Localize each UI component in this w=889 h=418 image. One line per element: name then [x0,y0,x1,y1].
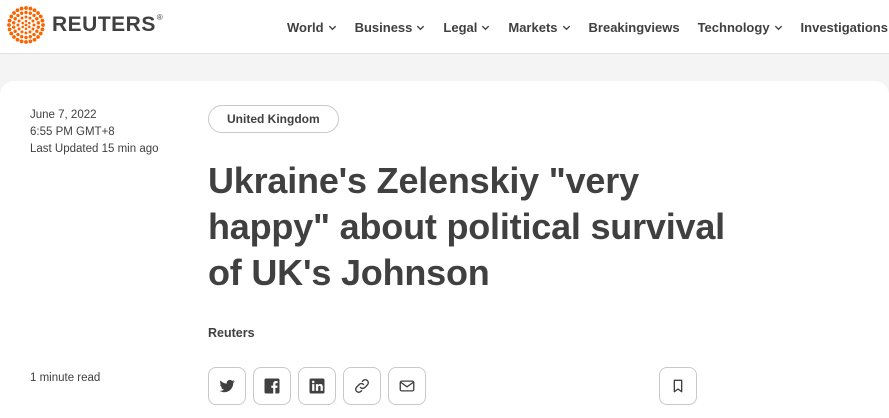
chevron-down-icon [482,25,490,30]
chevron-down-icon [774,25,782,30]
nav-item-label: Technology [697,19,770,35]
twitter-icon [219,379,235,393]
share-email-button[interactable] [388,367,426,405]
headline-line: of UK's Johnson [208,252,490,293]
last-updated: Last Updated 15 min ago [30,143,159,155]
nav-item-technology[interactable]: Technology [698,20,783,35]
nav-item-business[interactable]: Business [355,20,426,35]
nav-item-label: Breakingviews [588,19,680,35]
reuters-logo-icon [7,6,45,44]
reuters-logo[interactable]: REUTERS ® [6,5,163,45]
nav-item-label: Markets [508,19,558,35]
chevron-down-icon [562,25,570,30]
facebook-icon [264,378,280,394]
email-icon [399,380,415,392]
linkedin-icon [309,378,325,394]
share-linkedin-button[interactable] [298,367,336,405]
link-icon [355,379,369,393]
logo-registered-mark: ® [156,12,163,22]
bookmark-icon [673,379,683,393]
chevron-down-icon [417,25,425,30]
share-bar [208,367,433,405]
share-facebook-button[interactable] [253,367,291,405]
site-header: REUTERS ® World Business Legal Markets B… [0,0,889,54]
nav-item-markets[interactable]: Markets [508,20,570,35]
share-twitter-button[interactable] [208,367,246,405]
section-tag-button[interactable]: United Kingdom [208,105,339,133]
logo-text: REUTERS [52,13,156,36]
article-card: June 7, 2022 6:55 PM GMT+8 Last Updated … [0,81,889,418]
nav-item-breakingviews[interactable]: Breakingviews [589,20,680,35]
headline-line: happy" about political survival [208,206,725,247]
bookmark-button[interactable] [659,367,697,405]
nav-item-investigations[interactable]: Investigations [801,20,888,35]
nav-item-legal[interactable]: Legal [443,20,490,35]
headline-line: Ukraine's Zelenskiy "very [208,160,639,201]
publish-time: 6:55 PM GMT+8 [30,126,115,138]
nav-item-world[interactable]: World [287,20,337,35]
nav-item-label: World [287,19,324,35]
read-time: 1 minute read [30,372,101,384]
nav-item-label: Legal [443,19,478,35]
publish-date: June 7, 2022 [30,109,97,121]
article-meta: June 7, 2022 6:55 PM GMT+8 Last Updated … [30,107,159,158]
main-nav: World Business Legal Markets Breakingvie… [287,0,888,54]
article-headline: Ukraine's Zelenskiy "very happy" about p… [208,158,808,296]
nav-item-label: Investigations [800,19,888,35]
nav-item-label: Business [354,19,413,35]
chevron-down-icon [328,25,336,30]
byline[interactable]: Reuters [208,326,255,340]
copy-link-button[interactable] [343,367,381,405]
